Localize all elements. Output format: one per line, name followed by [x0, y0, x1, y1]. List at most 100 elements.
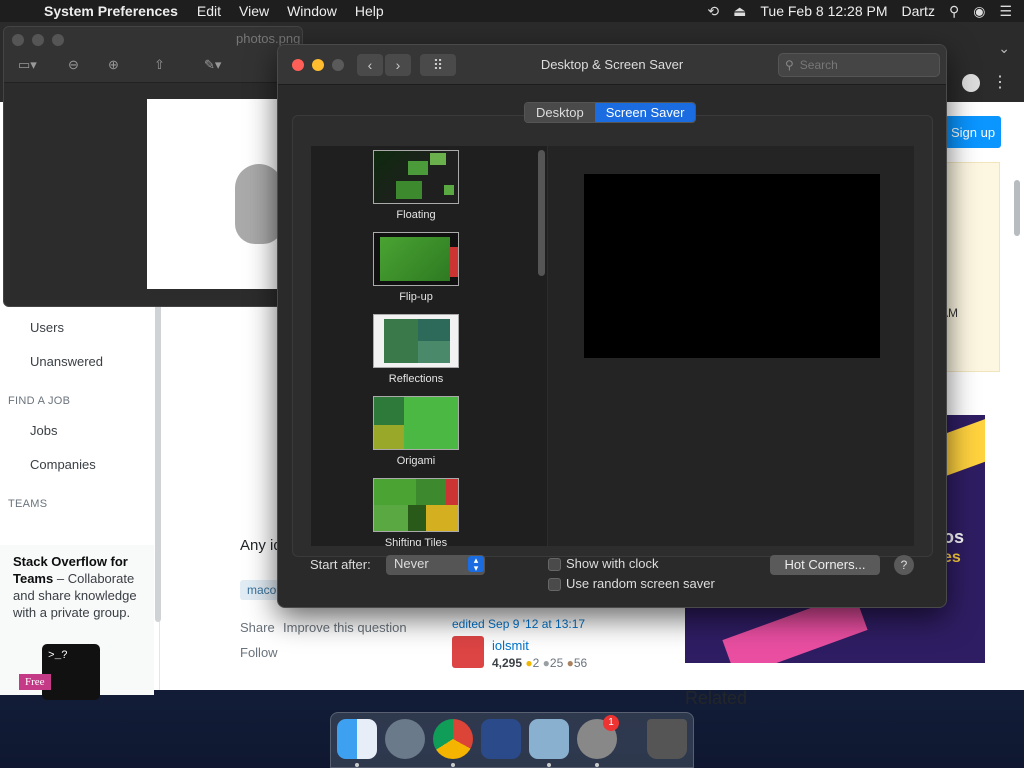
preview-screen [584, 174, 880, 358]
preview-toolbar: photos.png ▭▾ ⊖ ⊕ ⇧ ✎▾ [4, 27, 302, 83]
share-link[interactable]: Share [240, 620, 275, 635]
terminal-illustration: >_? [42, 644, 100, 700]
improve-link[interactable]: Improve this question [283, 620, 407, 635]
signup-button[interactable]: Sign up [945, 116, 1001, 148]
flip-up-tile [380, 237, 450, 281]
spotlight-icon[interactable]: ⚲ [949, 3, 959, 20]
preview-close-button[interactable] [12, 34, 24, 46]
time-machine-icon[interactable]: ⟲ [707, 3, 719, 20]
tab-desktop[interactable]: Desktop [525, 103, 595, 122]
menubar: System Preferences Edit View Window Help… [0, 0, 1024, 22]
preview-window: photos.png ▭▾ ⊖ ⊕ ⇧ ✎▾ [3, 26, 303, 307]
user-avatar[interactable] [452, 636, 484, 668]
nav-companies[interactable]: Companies [30, 457, 96, 472]
finder-icon[interactable] [337, 719, 377, 759]
tile [374, 505, 408, 531]
zoom-in-icon[interactable]: ⊕ [108, 57, 119, 73]
menu-window[interactable]: Window [278, 3, 346, 19]
prefs-bottom-bar: Start after: Never ▴ ▾ Show with clock Us… [278, 553, 946, 593]
chrome-icon[interactable] [433, 719, 473, 759]
tab-bar: Desktop Screen Saver [524, 102, 697, 123]
forward-button[interactable]: › [385, 54, 411, 76]
chevron-down-icon[interactable]: ⌄ [998, 40, 1010, 57]
screensaver-origami[interactable]: Origami [373, 396, 459, 467]
screen-sharing-icon[interactable] [481, 719, 521, 759]
dock: 1 [330, 712, 694, 768]
tile [446, 479, 458, 505]
silver-badges: 25 [549, 656, 564, 670]
nav-unanswered[interactable]: Unanswered [30, 354, 103, 369]
random-screen-saver-label[interactable]: Use random screen saver [566, 576, 715, 591]
running-indicator [355, 763, 359, 767]
preview-zoom-button[interactable] [52, 34, 64, 46]
random-screen-saver-checkbox[interactable] [548, 578, 561, 591]
running-indicator [547, 763, 551, 767]
markup-icon[interactable]: ✎▾ [204, 57, 221, 73]
select-arrows-icon: ▴ ▾ [468, 556, 484, 573]
screensaver-label: Reflections [388, 373, 444, 385]
tile [374, 479, 416, 505]
screensaver-floating[interactable]: Floating [373, 150, 459, 221]
bronze-badges: 56 [573, 656, 588, 670]
show-with-clock-label[interactable]: Show with clock [566, 556, 658, 571]
show-with-clock-checkbox[interactable] [548, 558, 561, 571]
zoom-button[interactable] [332, 59, 344, 71]
close-button[interactable] [292, 59, 304, 71]
menu-app-name[interactable]: System Preferences [40, 3, 188, 19]
search-icon: ⚲ [785, 58, 794, 72]
preview-minimize-button[interactable] [32, 34, 44, 46]
show-all-grid-icon[interactable]: ⠿ [420, 54, 456, 76]
origami-thumbnail [373, 396, 459, 450]
page-scrollbar[interactable] [1014, 180, 1020, 236]
menu-view[interactable]: View [230, 3, 278, 19]
eject-icon[interactable]: ⏏ [733, 3, 746, 20]
launchpad-icon[interactable] [385, 719, 425, 759]
control-center-icon[interactable]: ☰ [999, 3, 1012, 20]
zoom-out-icon[interactable]: ⊖ [68, 57, 79, 73]
running-indicator [451, 763, 455, 767]
tile [408, 505, 426, 531]
section-find-a-job: FIND A JOB [8, 395, 71, 407]
help-button[interactable]: ? [894, 555, 914, 575]
prefs-titlebar: ‹ › ⠿ Desktop & Screen Saver ⚲ [278, 45, 946, 85]
start-after-value: Never [394, 556, 429, 571]
edited-link[interactable]: edited Sep 9 '12 at 13:17 [452, 617, 585, 631]
flip-up-edge [450, 247, 458, 277]
sidebar-toggle-icon[interactable]: ▭▾ [18, 57, 37, 73]
prefs-window: ‹ › ⠿ Desktop & Screen Saver ⚲ Desktop S… [277, 44, 947, 608]
minimize-button[interactable] [312, 59, 324, 71]
floating-thumbnail [373, 150, 459, 204]
share-icon[interactable]: ⇧ [154, 57, 165, 73]
siri-icon[interactable]: ◉ [973, 3, 985, 20]
search-field[interactable]: ⚲ [778, 53, 940, 77]
screensaver-list[interactable]: Floating Flip-up Reflections Origami Shi… [311, 146, 547, 546]
search-input[interactable] [799, 58, 920, 72]
menubar-user[interactable]: Dartz [902, 3, 935, 19]
more-menu-icon[interactable]: ⋮ [992, 72, 1008, 92]
reflections-tile [418, 319, 450, 341]
tab-screen-saver[interactable]: Screen Saver [594, 103, 696, 122]
menubar-clock[interactable]: Tue Feb 8 12:28 PM [760, 3, 887, 19]
nav-users[interactable]: Users [30, 320, 64, 335]
floating-tile [396, 181, 422, 199]
follow-link[interactable]: Follow [240, 645, 278, 660]
screensaver-shifting-tiles[interactable]: Shifting Tiles [373, 478, 459, 546]
notification-badge: 1 [603, 715, 619, 731]
reflections-thumbnail [373, 314, 459, 368]
profile-icon[interactable] [962, 74, 980, 92]
back-button[interactable]: ‹ [357, 54, 383, 76]
start-after-select[interactable]: Never ▴ ▾ [386, 555, 485, 575]
user-name[interactable]: iolsmit [492, 638, 529, 653]
menu-help[interactable]: Help [346, 3, 393, 19]
user-reputation: 4,295 ●2 ●25 ●56 [492, 656, 588, 670]
screensaver-flip-up[interactable]: Flip-up [373, 232, 459, 303]
nav-jobs[interactable]: Jobs [30, 423, 57, 438]
menu-edit[interactable]: Edit [188, 3, 230, 19]
screensaver-reflections[interactable]: Reflections [373, 314, 459, 385]
trash-icon[interactable] [647, 719, 687, 759]
screensaver-label: Origami [396, 455, 436, 467]
list-scrollbar[interactable] [538, 150, 545, 276]
origami-tile [374, 397, 404, 425]
hot-corners-button[interactable]: Hot Corners... [770, 555, 880, 575]
preview-icon[interactable] [529, 719, 569, 759]
